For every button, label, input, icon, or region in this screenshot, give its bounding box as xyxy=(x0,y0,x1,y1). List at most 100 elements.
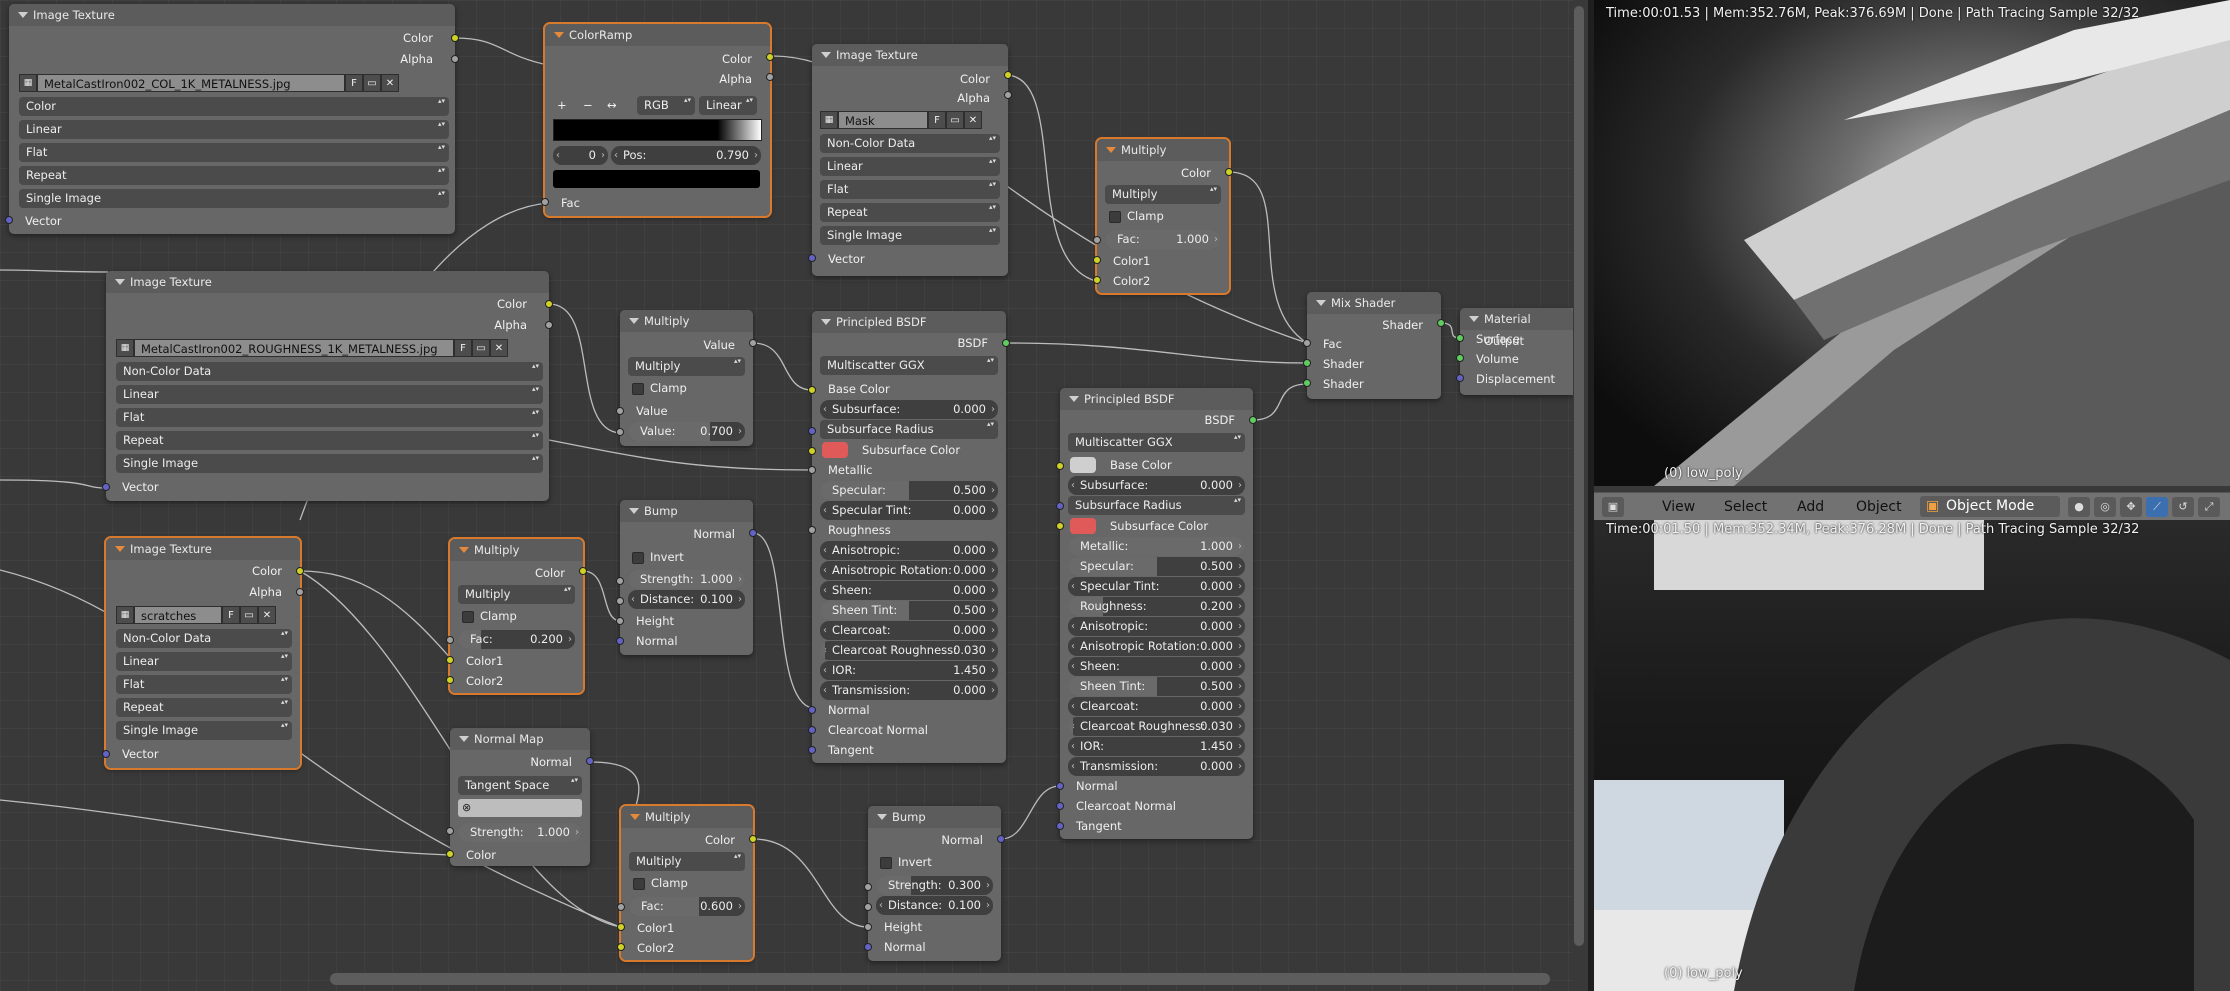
extension-dropdown[interactable]: Repeat xyxy=(19,166,449,185)
transmission-field[interactable]: Transmission:0.000 xyxy=(1068,757,1245,776)
projection-dropdown[interactable]: Flat xyxy=(116,408,543,427)
socket-color[interactable] xyxy=(766,53,774,61)
color-space-dropdown[interactable]: Color xyxy=(19,97,449,116)
vertical-scrollbar[interactable] xyxy=(1574,6,1584,946)
invert-checkbox[interactable]: Invert xyxy=(878,853,932,871)
blend-mode-dropdown[interactable]: Multiply xyxy=(458,585,575,604)
node-header[interactable]: Material Output xyxy=(1460,308,1573,348)
material-output-node[interactable]: Material Output Surface Volume Displacem… xyxy=(1460,308,1573,395)
image-texture-node-scratches[interactable]: Image Texture Color Alpha ▦ scratches F … xyxy=(104,536,302,770)
ramp-interp-dropdown[interactable]: Linear xyxy=(699,96,757,115)
folder-icon[interactable]: ▭ xyxy=(946,111,964,129)
clearcoat-field[interactable]: Clearcoat:0.000 xyxy=(1068,697,1245,716)
socket-color[interactable] xyxy=(451,34,459,42)
node-header[interactable]: Image Texture xyxy=(106,538,300,560)
extension-dropdown[interactable]: Repeat xyxy=(116,431,543,450)
subsurface-color-swatch[interactable] xyxy=(1070,518,1096,534)
node-header[interactable]: Bump xyxy=(620,500,753,522)
image-icon[interactable]: ▦ xyxy=(116,606,134,624)
extension-dropdown[interactable]: Repeat xyxy=(820,203,1000,222)
image-file-name[interactable]: MetalCastIron002_ROUGHNESS_1K_METALNESS.… xyxy=(134,339,454,357)
socket-normal[interactable] xyxy=(749,529,757,537)
socket-displacement[interactable] xyxy=(1456,374,1464,382)
socket-color[interactable] xyxy=(749,835,757,843)
image-file-row[interactable]: ▦ MetalCastIron002_ROUGHNESS_1K_METALNES… xyxy=(116,339,508,359)
close-icon[interactable]: ✕ xyxy=(381,74,399,92)
socket-alpha[interactable] xyxy=(1004,91,1012,99)
fac-field[interactable]: Fac:0.200 xyxy=(458,630,575,649)
close-icon[interactable]: ✕ xyxy=(258,606,276,624)
socket-color2[interactable] xyxy=(446,676,454,684)
socket-normal[interactable] xyxy=(997,835,1005,843)
space-dropdown[interactable]: Tangent Space xyxy=(458,776,582,795)
bump-node-1[interactable]: Bump Normal Invert Strength:1.000 Distan… xyxy=(620,500,753,655)
horizontal-scrollbar[interactable] xyxy=(330,973,1550,985)
socket-alpha[interactable] xyxy=(545,321,553,329)
cube-icon[interactable]: ▣ xyxy=(1602,497,1624,517)
projection-dropdown[interactable]: Flat xyxy=(19,143,449,162)
socket-vector[interactable] xyxy=(102,750,110,758)
socket-height[interactable] xyxy=(864,923,872,931)
socket-color[interactable] xyxy=(296,567,304,575)
interpolation-dropdown[interactable]: Linear xyxy=(116,652,292,671)
extension-dropdown[interactable]: Repeat xyxy=(116,698,292,717)
colorramp-node[interactable]: ColorRamp Color Alpha + − ↔ RGB Linear 0… xyxy=(543,22,772,218)
color-space-dropdown[interactable]: Non-Color Data xyxy=(116,362,543,381)
subsurface-radius-dropdown[interactable]: Subsurface Radius xyxy=(820,420,998,439)
strength-field[interactable]: Strength:0.300 xyxy=(876,876,993,895)
socket-distance[interactable] xyxy=(864,903,872,911)
image-texture-node-col[interactable]: Image Texture Color Alpha ▦ MetalCastIro… xyxy=(9,4,455,234)
image-file-name[interactable]: MetalCastIron002_COL_1K_METALNESS.jpg xyxy=(37,74,345,92)
socket-normal[interactable] xyxy=(808,706,816,714)
source-dropdown[interactable]: Single Image xyxy=(116,721,292,740)
distance-field[interactable]: Distance:0.100 xyxy=(628,590,745,609)
image-file-row[interactable]: ▦ scratches F ▭ ✕ xyxy=(116,606,276,626)
socket-color1[interactable] xyxy=(617,923,625,931)
socket-subsurface-radius[interactable] xyxy=(808,427,816,435)
manipulator-icon[interactable]: ⟋ xyxy=(2146,497,2168,517)
specular-tint-field[interactable]: Specular Tint:0.000 xyxy=(1068,577,1245,596)
multiply-node-2[interactable]: Multiply Color Multiply Clamp Fac:0.200 … xyxy=(448,537,585,695)
sheen-tint-field[interactable]: Sheen Tint:0.500 xyxy=(1068,677,1245,696)
socket-subsurface-color[interactable] xyxy=(1056,522,1064,530)
anisotropic-field[interactable]: Anisotropic:0.000 xyxy=(1068,617,1245,636)
folder-icon[interactable]: ▭ xyxy=(472,339,490,357)
clamp-checkbox[interactable]: Clamp xyxy=(1107,207,1164,225)
flip-ramp-button[interactable]: ↔ xyxy=(607,96,617,114)
socket-base-color[interactable] xyxy=(1056,462,1064,470)
node-editor[interactable]: Image Texture Color Alpha ▦ MetalCastIro… xyxy=(0,0,1573,991)
socket-fac[interactable] xyxy=(1093,236,1101,244)
uv-map-field[interactable]: ⊗ xyxy=(458,799,582,817)
principled-bsdf-node-2[interactable]: Principled BSDF BSDF Multiscatter GGX Ba… xyxy=(1060,388,1253,839)
image-texture-node-roughness[interactable]: Image Texture Color Alpha ▦ MetalCastIro… xyxy=(106,271,549,501)
select-menu[interactable]: Select xyxy=(1724,499,1767,515)
sheen-field[interactable]: Sheen:0.000 xyxy=(1068,657,1245,676)
node-header[interactable]: Principled BSDF xyxy=(1060,388,1253,410)
clearcoat-roughness-field[interactable]: Clearcoat Roughness:0.030 xyxy=(820,641,998,660)
folder-icon[interactable]: ▭ xyxy=(240,606,258,624)
image-file-name[interactable]: scratches xyxy=(134,606,222,624)
sheen-field[interactable]: Sheen:0.000 xyxy=(820,581,998,600)
socket-value[interactable] xyxy=(616,428,624,436)
socket-subsurface-color[interactable] xyxy=(808,447,816,455)
color-ramp-gradient[interactable] xyxy=(553,119,762,141)
color-mode-dropdown[interactable]: RGB xyxy=(637,96,695,115)
socket-bsdf[interactable] xyxy=(1249,416,1257,424)
strength-field[interactable]: Strength:1.000 xyxy=(628,570,745,589)
node-header[interactable]: Multiply xyxy=(620,310,753,332)
distribution-dropdown[interactable]: Multiscatter GGX xyxy=(820,356,998,375)
socket-distance[interactable] xyxy=(616,597,624,605)
node-header[interactable]: Image Texture xyxy=(812,44,1008,66)
folder-icon[interactable]: ▭ xyxy=(363,74,381,92)
operation-dropdown[interactable]: Multiply xyxy=(628,357,745,376)
specular-field[interactable]: Specular:0.500 xyxy=(820,481,998,500)
socket-color[interactable] xyxy=(545,300,553,308)
socket-shader[interactable] xyxy=(1303,379,1311,387)
socket-color[interactable] xyxy=(1004,71,1012,79)
base-color-swatch[interactable] xyxy=(1070,457,1096,473)
subsurface-color-swatch[interactable] xyxy=(822,442,848,458)
socket-strength[interactable] xyxy=(446,827,454,835)
socket-clearcoat-normal[interactable] xyxy=(808,726,816,734)
socket-fac[interactable] xyxy=(446,636,454,644)
socket-roughness[interactable] xyxy=(808,526,816,534)
